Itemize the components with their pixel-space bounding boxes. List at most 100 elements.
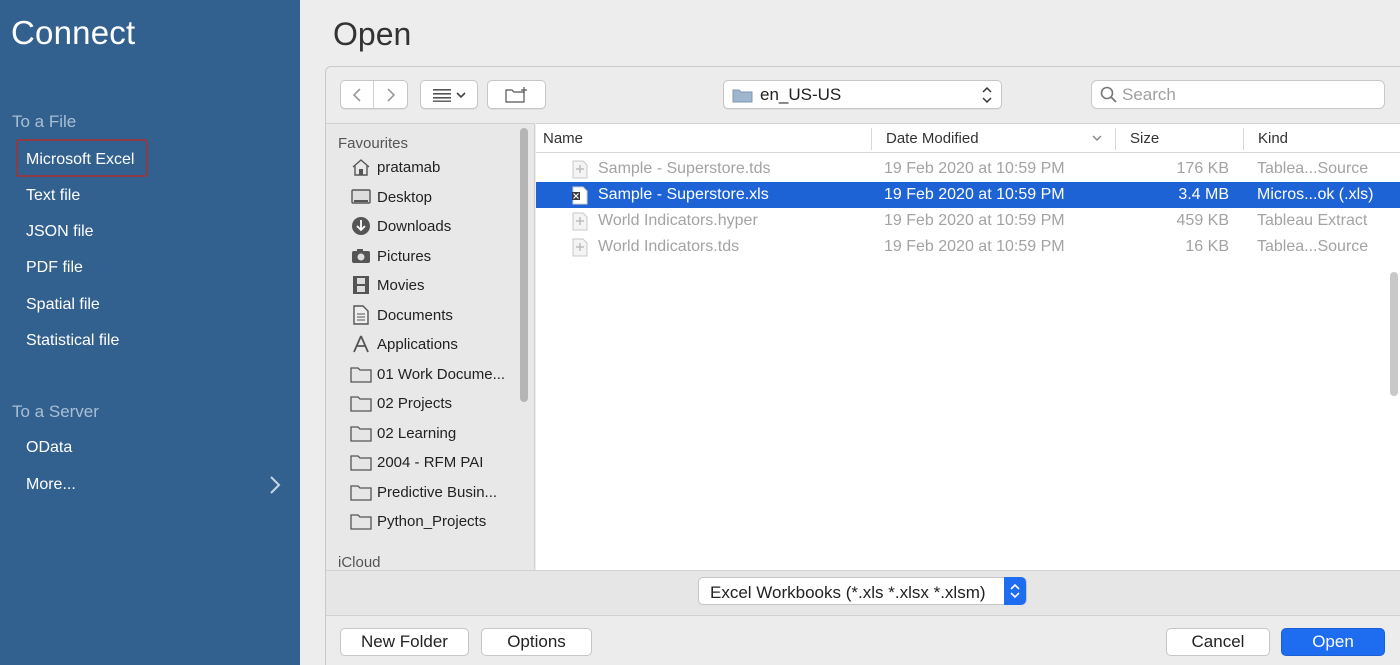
- chevron-right-icon[interactable]: [268, 475, 282, 495]
- applications-icon: [350, 334, 372, 354]
- sidebar-item-work-documents[interactable]: 01 Work Docume...: [350, 362, 505, 386]
- sidebar-item-documents[interactable]: Documents: [350, 303, 453, 327]
- text-file-item[interactable]: Text file: [26, 187, 80, 205]
- file-list-scrollbar[interactable]: [1390, 272, 1398, 396]
- file-date: 19 Feb 2020 at 10:59 PM: [884, 238, 1065, 255]
- file-size: 3.4 MB: [1178, 186, 1229, 203]
- tds-file-icon: [572, 238, 588, 257]
- file-name: World Indicators.hyper: [598, 212, 758, 229]
- file-name: Sample - Superstore.tds: [598, 160, 771, 177]
- sidebar-item-downloads[interactable]: Downloads: [350, 214, 451, 238]
- file-row[interactable]: Sample - Superstore.tds 19 Feb 2020 at 1…: [536, 156, 1400, 182]
- tds-file-icon: [572, 160, 588, 179]
- options-button[interactable]: Options: [481, 628, 592, 656]
- file-name: World Indicators.tds: [598, 238, 740, 255]
- file-format-select[interactable]: Excel Workbooks (*.xls *.xlsx *.xlsm): [698, 577, 1027, 605]
- sidebar: Favourites pratamab Desktop Downloads Pi…: [326, 123, 535, 570]
- new-folder-toolbar-button[interactable]: [487, 80, 546, 109]
- new-folder-icon: [504, 86, 527, 103]
- sidebar-item-label: Predictive Busin...: [377, 483, 498, 501]
- odata-item[interactable]: OData: [26, 439, 72, 457]
- file-size: 16 KB: [1185, 238, 1229, 255]
- back-button[interactable]: [341, 81, 375, 108]
- file-date: 19 Feb 2020 at 10:59 PM: [884, 186, 1065, 203]
- microsoft-excel-item[interactable]: Microsoft Excel: [16, 139, 148, 177]
- sidebar-item-label: Python_Projects: [377, 512, 487, 530]
- new-folder-button[interactable]: New Folder: [340, 628, 469, 656]
- folder-icon: [350, 452, 372, 472]
- sidebar-item-movies[interactable]: Movies: [350, 273, 425, 297]
- camera-icon: [350, 246, 372, 266]
- sidebar-item-label: 01 Work Docume...: [377, 365, 506, 383]
- excel-file-icon: [572, 186, 588, 205]
- view-options-button[interactable]: [420, 80, 478, 109]
- folder-icon: [350, 482, 372, 502]
- file-date: 19 Feb 2020 at 10:59 PM: [884, 160, 1065, 177]
- sort-chevron-icon: [1092, 135, 1102, 141]
- file-size: 176 KB: [1176, 160, 1229, 177]
- file-row-selected[interactable]: Sample - Superstore.xls 19 Feb 2020 at 1…: [536, 182, 1400, 208]
- sidebar-item-label: Movies: [377, 276, 425, 294]
- json-file-item[interactable]: JSON file: [26, 223, 94, 241]
- sidebar-item-desktop[interactable]: Desktop: [350, 185, 432, 209]
- file-list: Name Date Modified Size Kind Sample - Su…: [536, 123, 1400, 570]
- sidebar-item-learning[interactable]: 02 Learning: [350, 421, 456, 445]
- folder-icon: [350, 393, 372, 413]
- column-divider: [1243, 128, 1244, 150]
- file-row[interactable]: World Indicators.tds 19 Feb 2020 at 10:5…: [536, 234, 1400, 260]
- sidebar-item-projects[interactable]: 02 Projects: [350, 391, 452, 415]
- statistical-file-item[interactable]: Statistical file: [26, 332, 119, 350]
- sidebar-item-rfm-pai[interactable]: 2004 - RFM PAI: [350, 450, 483, 474]
- back-forward-buttons: [340, 80, 408, 109]
- spatial-file-item[interactable]: Spatial file: [26, 296, 100, 314]
- sidebar-item-label: 2004 - RFM PAI: [377, 453, 484, 471]
- column-divider: [871, 128, 872, 150]
- film-icon: [350, 275, 372, 295]
- location-label: en_US-US: [760, 84, 842, 104]
- file-list-header: Name Date Modified Size Kind: [536, 124, 1400, 153]
- list-view-icon: [433, 88, 466, 102]
- search-icon: [1100, 86, 1117, 103]
- column-size[interactable]: Size: [1130, 130, 1159, 147]
- column-name[interactable]: Name: [543, 130, 583, 147]
- sidebar-item-label: Downloads: [377, 217, 452, 235]
- sidebar-item-pratamab[interactable]: pratamab: [350, 155, 440, 179]
- search-input[interactable]: [1122, 85, 1372, 105]
- sidebar-item-label: 02 Learning: [377, 424, 457, 442]
- file-name: Sample - Superstore.xls: [598, 186, 769, 203]
- updown-chevron-icon: [1004, 577, 1026, 605]
- column-date-modified[interactable]: Date Modified: [886, 130, 979, 147]
- more-servers-item[interactable]: More...: [26, 476, 76, 494]
- sidebar-item-python-projects[interactable]: Python_Projects: [350, 509, 486, 533]
- folder-icon: [350, 511, 372, 531]
- location-popup[interactable]: en_US-US: [723, 80, 1002, 109]
- sidebar-scrollbar[interactable]: [520, 128, 528, 402]
- sidebar-item-predictive-business[interactable]: Predictive Busin...: [350, 480, 497, 504]
- desktop-icon: [350, 187, 372, 207]
- downloads-icon: [350, 216, 372, 236]
- column-kind[interactable]: Kind: [1258, 130, 1288, 147]
- dialog-button-bar: New Folder Options Cancel Open: [326, 615, 1400, 665]
- file-row[interactable]: World Indicators.hyper 19 Feb 2020 at 10…: [536, 208, 1400, 234]
- back-icon: [352, 87, 361, 102]
- favourites-heading: Favourites: [338, 135, 409, 152]
- search-field[interactable]: [1091, 80, 1385, 109]
- file-kind: Tablea...Source: [1257, 238, 1369, 255]
- sidebar-item-label: 02 Projects: [377, 394, 453, 412]
- document-icon: [350, 305, 372, 325]
- sidebar-item-pictures[interactable]: Pictures: [350, 244, 431, 268]
- sidebar-item-applications[interactable]: Applications: [350, 332, 458, 356]
- icloud-heading: iCloud: [338, 554, 381, 570]
- sidebar-item-label: Desktop: [377, 188, 433, 206]
- folder-icon: [350, 423, 372, 443]
- forward-button[interactable]: [374, 81, 407, 108]
- column-divider: [1115, 128, 1116, 150]
- pdf-file-item[interactable]: PDF file: [26, 259, 83, 277]
- cancel-button[interactable]: Cancel: [1166, 628, 1270, 656]
- file-format-label: Excel Workbooks (*.xls *.xlsx *.xlsm): [710, 583, 986, 602]
- forward-icon: [386, 87, 395, 102]
- file-date: 19 Feb 2020 at 10:59 PM: [884, 212, 1065, 229]
- file-size: 459 KB: [1176, 212, 1229, 229]
- open-button[interactable]: Open: [1281, 628, 1385, 656]
- to-a-file-heading: To a File: [12, 112, 77, 131]
